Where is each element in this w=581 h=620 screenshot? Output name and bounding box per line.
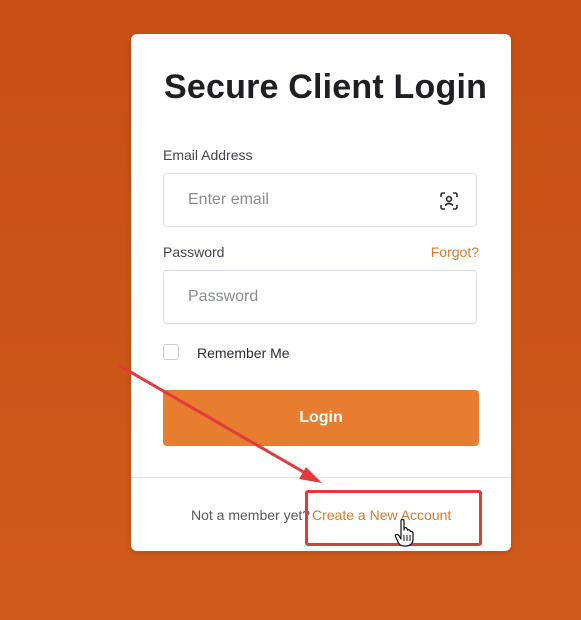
page-title: Secure Client Login (164, 68, 488, 106)
forgot-password-link[interactable]: Forgot? (431, 244, 479, 260)
remember-me-checkbox[interactable] (163, 344, 179, 360)
password-label: Password (163, 244, 225, 260)
password-input[interactable] (164, 271, 476, 323)
email-field-container (163, 173, 477, 227)
face-scan-icon[interactable] (440, 192, 458, 210)
footer-prompt: Not a member yet? (191, 507, 311, 523)
login-card: Secure Client Login Email Address Passwo… (131, 34, 511, 551)
login-button[interactable]: Login (163, 390, 479, 446)
remember-me-label[interactable]: Remember Me (197, 345, 290, 361)
password-field-container (163, 270, 477, 324)
footer-divider (131, 477, 511, 478)
email-input[interactable] (164, 174, 476, 226)
email-label: Email Address (163, 147, 253, 163)
create-account-link[interactable]: Create a New Account (312, 507, 451, 523)
